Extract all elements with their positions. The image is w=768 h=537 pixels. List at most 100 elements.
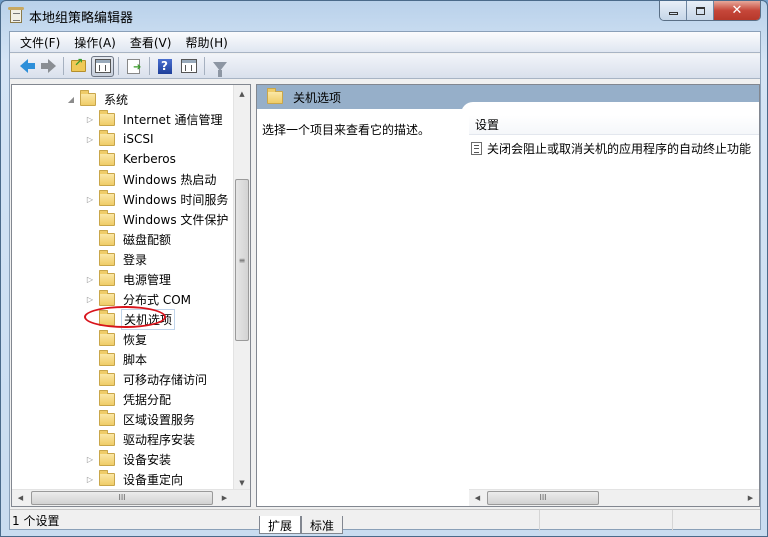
help-button[interactable]: ? (153, 56, 176, 77)
expand-arrow-icon[interactable]: ▷ (85, 274, 95, 284)
menu-view[interactable]: 查看(V) (124, 34, 180, 51)
collapse-arrow-icon[interactable]: ◢ (66, 94, 76, 104)
back-arrow-icon (19, 59, 35, 73)
scroll-track[interactable]: III (29, 490, 216, 507)
expand-arrow-icon[interactable]: ▷ (85, 134, 95, 144)
scroll-right-arrow[interactable]: ▶ (742, 490, 759, 507)
folder-icon (99, 329, 115, 346)
scroll-track[interactable]: III (486, 490, 742, 507)
tree-item[interactable]: 关机选项 (85, 308, 176, 330)
tree-item[interactable]: 区域设置服务 (85, 409, 197, 429)
status-text: 1 个设置 (10, 509, 540, 531)
tree-item[interactable]: 凭据分配 (85, 389, 173, 409)
scroll-corner (233, 489, 250, 506)
scroll-left-arrow[interactable]: ◀ (469, 490, 486, 507)
scroll-thumb[interactable]: III (31, 490, 213, 505)
details-header-title: 关机选项 (293, 90, 342, 105)
forward-button[interactable] (36, 56, 59, 77)
scroll-left-arrow[interactable]: ◀ (12, 490, 29, 507)
tree-item[interactable]: 恢复 (85, 329, 149, 349)
minimize-button[interactable] (660, 1, 687, 20)
menu-action[interactable]: 操作(A) (68, 34, 124, 51)
tree-vertical-scrollbar[interactable]: ▲ ≡ ▼ (233, 85, 250, 491)
tree-item-label: 设备重定向 (123, 472, 184, 487)
tree-item[interactable]: ▷ 设备重定向 (85, 469, 185, 489)
tree-item[interactable]: ▷ 设备安装 (85, 449, 173, 469)
folder-icon (99, 149, 115, 166)
title-bar: 本地组策略编辑器 ✕ (1, 1, 767, 31)
column-header-setting[interactable]: 设置 (469, 115, 759, 135)
tree-item-label: 恢复 (123, 332, 148, 347)
setting-label: 关闭会阻止或取消关机的应用程序的自动终止功能 (487, 141, 752, 156)
tree-item[interactable]: 驱动程序安装 (85, 429, 197, 449)
tree-item[interactable]: ▷ Windows 时间服务 (85, 189, 230, 209)
settings-panel (461, 102, 759, 506)
filter-button[interactable] (208, 56, 231, 77)
show-hide-tree-icon (94, 59, 111, 73)
expand-arrow-icon[interactable]: ▷ (85, 474, 95, 484)
app-window: 本地组策略编辑器 ✕ 文件(F) 操作(A) 查看(V) 帮助(H) ? (0, 0, 768, 537)
expand-arrow-icon[interactable]: ▷ (85, 194, 95, 204)
folder-up-icon (71, 56, 86, 72)
folder-icon (99, 309, 115, 326)
tree-item[interactable]: 磁盘配额 (85, 229, 173, 249)
toolbar-separator (204, 57, 205, 75)
back-button[interactable] (12, 56, 35, 77)
folder-icon (99, 189, 115, 206)
details-horizontal-scrollbar[interactable]: ◀ III ▶ (469, 489, 759, 506)
tree-item[interactable]: Windows 热启动 (85, 169, 218, 189)
tree-item[interactable]: 脚本 (85, 349, 149, 369)
status-cell-3 (673, 510, 760, 531)
menu-file[interactable]: 文件(F) (14, 34, 68, 51)
action-pane-button[interactable] (177, 56, 200, 77)
tree-item[interactable]: ▷ 分布式 COM (85, 289, 193, 309)
tree-item[interactable]: ▷ iSCSI (85, 129, 156, 149)
tree-item-label: 设备安装 (123, 452, 172, 467)
tree-item-label: iSCSI (123, 132, 154, 146)
expand-arrow-icon[interactable]: ▷ (85, 454, 95, 464)
grip-icon: III (118, 493, 126, 502)
tree-item-label: Kerberos (123, 152, 176, 166)
grip-icon: ≡ (238, 255, 246, 265)
tree-item[interactable]: Windows 文件保护 (85, 209, 230, 229)
scroll-thumb[interactable]: III (487, 490, 599, 505)
folder-icon (80, 89, 96, 106)
maximize-icon (695, 6, 705, 15)
show-hide-tree-button[interactable] (91, 55, 114, 77)
menu-help[interactable]: 帮助(H) (179, 34, 235, 51)
tree-item-label: 凭据分配 (123, 392, 172, 407)
tree-item[interactable]: 可移动存储访问 (85, 369, 209, 389)
details-pane: 关机选项 选择一个项目来查看它的描述。 设置 关闭会阻止或取消关机的应用程序的自… (256, 84, 760, 507)
tree-horizontal-scrollbar[interactable]: ◀ III ▶ (12, 489, 250, 506)
tree-item[interactable]: ▷ Internet 通信管理 (85, 109, 224, 129)
tree-item[interactable]: ▷ 电源管理 (85, 269, 173, 289)
tree-item[interactable]: ◢ 系统 (66, 89, 130, 109)
export-list-icon (127, 58, 141, 74)
scroll-right-arrow[interactable]: ▶ (216, 490, 233, 507)
tree-item-label: 分布式 COM (123, 292, 191, 307)
tree-item-label: 关机选项 (121, 308, 176, 330)
scroll-up-arrow[interactable]: ▲ (234, 85, 250, 102)
setting-row[interactable]: 关闭会阻止或取消关机的应用程序的自动终止功能 (471, 138, 759, 158)
scroll-thumb[interactable]: ≡ (235, 179, 249, 341)
maximize-button[interactable] (687, 1, 714, 20)
up-one-level-button[interactable] (67, 56, 90, 77)
close-button[interactable]: ✕ (714, 1, 760, 20)
expand-arrow-icon[interactable]: ▷ (85, 294, 95, 304)
tree-item-label: 驱动程序安装 (123, 432, 196, 447)
folder-icon (99, 229, 115, 246)
tree-item-label: 脚本 (123, 352, 148, 367)
menu-bar: 文件(F) 操作(A) 查看(V) 帮助(H) (10, 32, 760, 53)
export-list-button[interactable] (122, 56, 145, 77)
expand-arrow-icon[interactable]: ▷ (85, 114, 95, 124)
folder-icon (99, 409, 115, 426)
description-text: 选择一个项目来查看它的描述。 (262, 123, 431, 137)
tree-item[interactable]: 登录 (85, 249, 149, 269)
tree-item[interactable]: Kerberos (85, 149, 178, 169)
tree-item-label: 区域设置服务 (123, 412, 196, 427)
